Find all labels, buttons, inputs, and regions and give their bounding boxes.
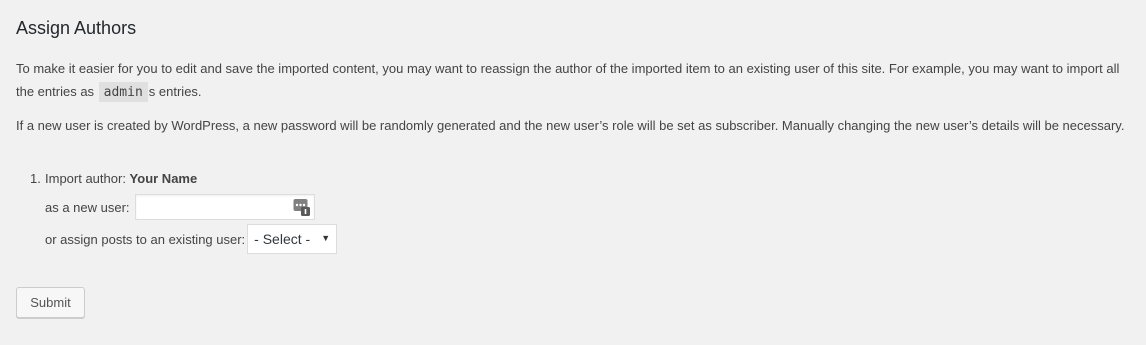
author-item: 1. Import author: Your Name as a new use… xyxy=(30,168,338,254)
author-name: Your Name xyxy=(129,171,198,186)
intro-text-end: s entries. xyxy=(148,84,202,99)
new-user-notice: If a new user is created by WordPress, a… xyxy=(16,118,1125,133)
key-badge-icon[interactable] xyxy=(293,198,310,216)
existing-user-selected: - Select - xyxy=(254,231,311,247)
new-user-label: as a new user: xyxy=(45,199,130,215)
page-title: Assign Authors xyxy=(16,18,137,38)
new-user-row: as a new user: xyxy=(45,192,337,222)
new-user-input[interactable] xyxy=(135,195,298,219)
existing-user-row: or assign posts to an existing user: - S… xyxy=(45,224,338,254)
author-prefix: Import author: xyxy=(45,171,130,186)
intro-paragraph: To make it easier for you to edit and sa… xyxy=(16,57,1138,104)
existing-user-select[interactable]: - Select - ▼ xyxy=(247,224,338,254)
author-heading: 1. Import author: Your Name xyxy=(30,168,337,190)
triangle-down-icon: ▼ xyxy=(321,233,331,243)
author-number: 1. xyxy=(30,171,41,186)
authors-list: 1. Import author: Your Name as a new use… xyxy=(16,168,338,254)
submit-button[interactable]: Submit xyxy=(16,287,85,318)
existing-user-label: or assign posts to an existing user: xyxy=(45,231,246,247)
new-user-field[interactable] xyxy=(134,194,315,220)
admin-code: admin xyxy=(98,82,148,102)
